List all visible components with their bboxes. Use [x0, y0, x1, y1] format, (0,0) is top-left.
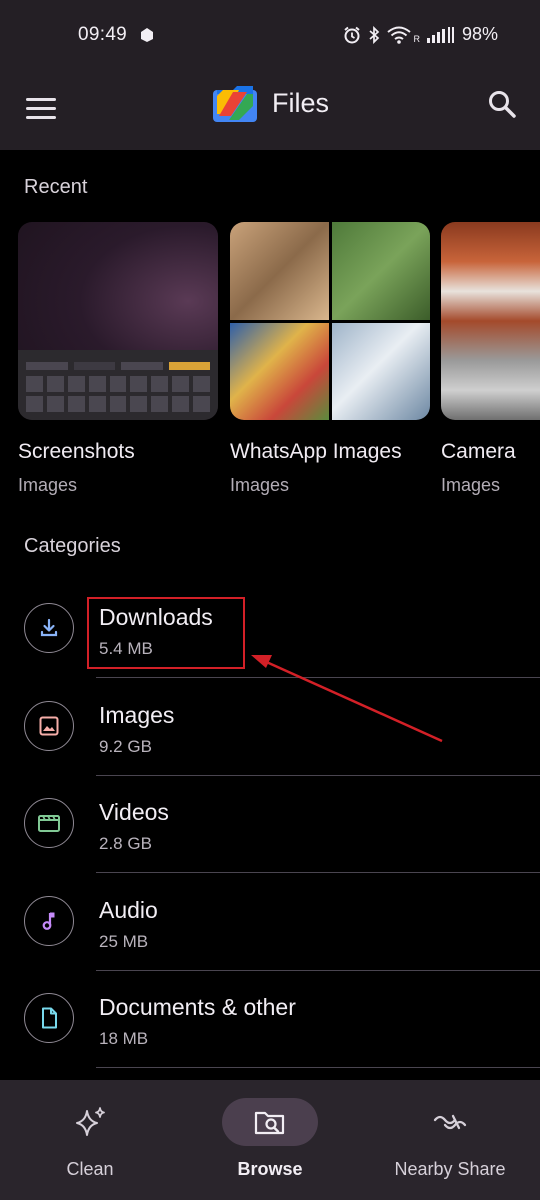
status-time: 09:49 — [78, 24, 128, 45]
recent-item-name: WhatsApp Images — [230, 440, 402, 463]
battery-percent: 98% — [461, 24, 498, 44]
recent-item-name: Camera — [441, 440, 516, 463]
menu-icon — [26, 97, 56, 101]
recent-thumbnail — [441, 222, 540, 420]
recent-thumbnail — [230, 222, 430, 420]
divider — [96, 1067, 540, 1068]
recent-carousel[interactable]: Screenshots Images WhatsApp Images Image… — [0, 222, 540, 512]
recent-item-type: Images — [18, 475, 78, 495]
category-downloads[interactable]: Downloads 5.4 MB — [0, 580, 540, 678]
nav-browse[interactable]: Browse — [180, 1080, 360, 1200]
app-bar: Files — [0, 70, 540, 150]
category-documents-other[interactable]: Documents & other 18 MB — [0, 970, 540, 1068]
recent-item-name: Screenshots — [18, 440, 135, 463]
recent-item-camera[interactable]: Camera Images — [441, 222, 540, 495]
recent-thumbnail — [18, 222, 218, 420]
files-logo — [213, 86, 257, 122]
category-name: Documents & other — [99, 994, 296, 1020]
annotation-highlight-box — [87, 597, 245, 669]
category-size: 25 MB — [99, 932, 149, 951]
bottom-navigation: Clean Browse Nearby Share — [0, 1080, 540, 1200]
app-title: Files — [272, 88, 330, 118]
notification-icon — [141, 28, 153, 42]
video-icon — [24, 798, 74, 848]
category-size: 2.8 GB — [99, 834, 152, 853]
nav-nearby-share[interactable]: Nearby Share — [360, 1080, 540, 1200]
category-name: Audio — [99, 897, 158, 923]
category-size: 18 MB — [99, 1029, 149, 1048]
status-bar: 09:49 R 98% — [0, 0, 540, 70]
status-icons: R 98% — [343, 24, 498, 45]
category-videos[interactable]: Videos 2.8 GB — [0, 775, 540, 873]
signal-label: R — [413, 33, 420, 44]
sparkle-icon — [76, 1107, 105, 1136]
recent-section-title: Recent — [24, 176, 88, 198]
category-images[interactable]: Images 9.2 GB — [0, 678, 540, 776]
recent-item-screenshots[interactable]: Screenshots Images — [18, 222, 218, 495]
download-icon — [24, 603, 74, 653]
recent-item-type: Images — [441, 475, 501, 495]
category-name: Videos — [99, 799, 169, 825]
wifi-icon — [387, 26, 412, 44]
recent-item-type: Images — [230, 475, 290, 495]
nav-label: Nearby Share — [394, 1159, 506, 1179]
active-indicator — [222, 1098, 318, 1146]
category-name: Images — [99, 702, 175, 728]
nearby-share-icon — [433, 1114, 467, 1130]
category-audio[interactable]: Audio 25 MB — [0, 873, 540, 971]
image-icon — [24, 701, 74, 751]
recent-item-whatsapp-images[interactable]: WhatsApp Images Images — [230, 222, 430, 495]
music-note-icon — [24, 896, 74, 946]
browse-folder-icon — [254, 1111, 285, 1135]
search-icon[interactable] — [486, 88, 518, 120]
nav-label: Clean — [66, 1159, 114, 1179]
menu-button[interactable] — [26, 92, 58, 124]
categories-section-title: Categories — [24, 535, 121, 557]
bluetooth-icon — [369, 25, 380, 44]
nav-label: Browse — [237, 1159, 303, 1179]
nav-clean[interactable]: Clean — [0, 1080, 180, 1200]
category-size: 9.2 GB — [99, 737, 152, 756]
alarm-icon — [344, 26, 361, 43]
cellular-signal-icon — [426, 26, 454, 43]
document-icon — [24, 993, 74, 1043]
